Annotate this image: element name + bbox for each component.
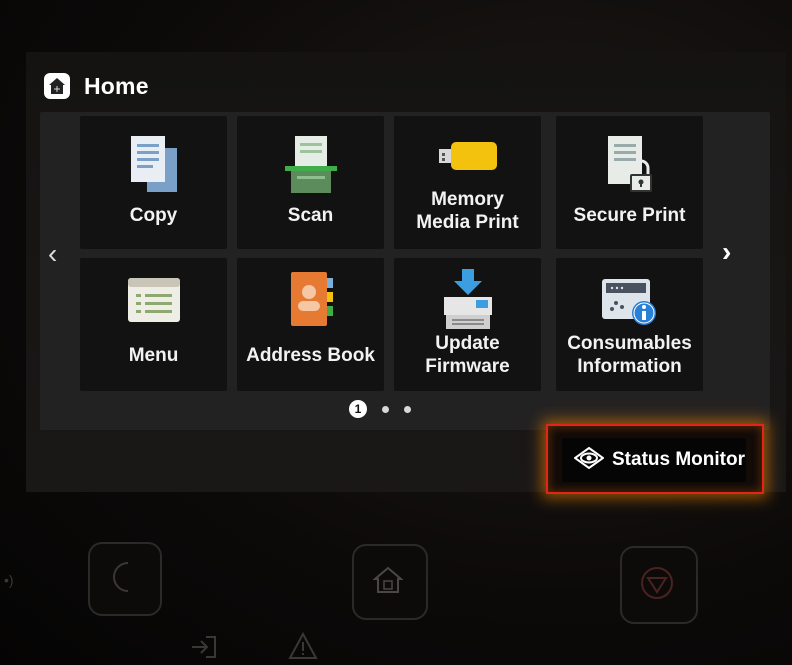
status-monitor-label: Status Monitor xyxy=(612,449,745,470)
memory-media-print-tile[interactable]: Memory Media Print xyxy=(394,116,541,249)
scan-tile[interactable]: Scan xyxy=(237,116,384,249)
stop-icon xyxy=(639,565,675,606)
previous-page-arrow[interactable]: ‹ xyxy=(48,238,57,270)
page-title: Home xyxy=(84,72,149,99)
menu-label: Menu xyxy=(128,345,179,366)
secure-print-label: Secure Print xyxy=(573,205,686,226)
header: Home xyxy=(44,68,149,104)
menu-tile[interactable]: Menu xyxy=(80,258,227,391)
consumables-information-tile[interactable]: Consumables Information xyxy=(556,258,703,391)
consumables-information-label: Consumables Information xyxy=(567,333,692,377)
secure-print-tile[interactable]: Secure Print xyxy=(556,116,703,249)
home-icon xyxy=(44,73,70,99)
page-dot-current[interactable]: 1 xyxy=(349,400,367,418)
login-icon xyxy=(190,635,218,664)
copy-tile[interactable]: Copy xyxy=(80,116,227,249)
signal-icon: •) xyxy=(4,572,14,588)
warning-icon xyxy=(288,631,318,665)
secure-print-icon xyxy=(604,130,656,200)
page-dot-2[interactable] xyxy=(382,405,389,413)
status-monitor-button[interactable]: Status Monitor xyxy=(562,438,746,482)
menu-icon xyxy=(126,270,182,330)
update-firmware-tile[interactable]: Update Firmware xyxy=(394,258,541,391)
memory-media-print-label: Memory Media Print xyxy=(416,189,519,233)
consumables-info-icon xyxy=(598,266,662,332)
eye-icon xyxy=(573,446,605,474)
address-book-label: Address Book xyxy=(246,345,375,366)
copy-icon xyxy=(129,130,179,200)
page-indicator: 1 xyxy=(349,400,411,418)
firmware-update-icon xyxy=(440,266,496,332)
scan-label: Scan xyxy=(287,205,334,226)
page-dot-3[interactable] xyxy=(404,405,411,413)
next-page-arrow[interactable]: › xyxy=(722,236,731,268)
scan-icon xyxy=(283,130,339,200)
address-book-tile[interactable]: Address Book xyxy=(237,258,384,391)
copy-label: Copy xyxy=(129,205,178,226)
moon-icon xyxy=(108,560,138,599)
update-firmware-label: Update Firmware xyxy=(425,333,510,377)
usb-memory-icon xyxy=(437,124,499,188)
home-icon xyxy=(372,566,404,599)
address-book-icon xyxy=(285,270,337,330)
